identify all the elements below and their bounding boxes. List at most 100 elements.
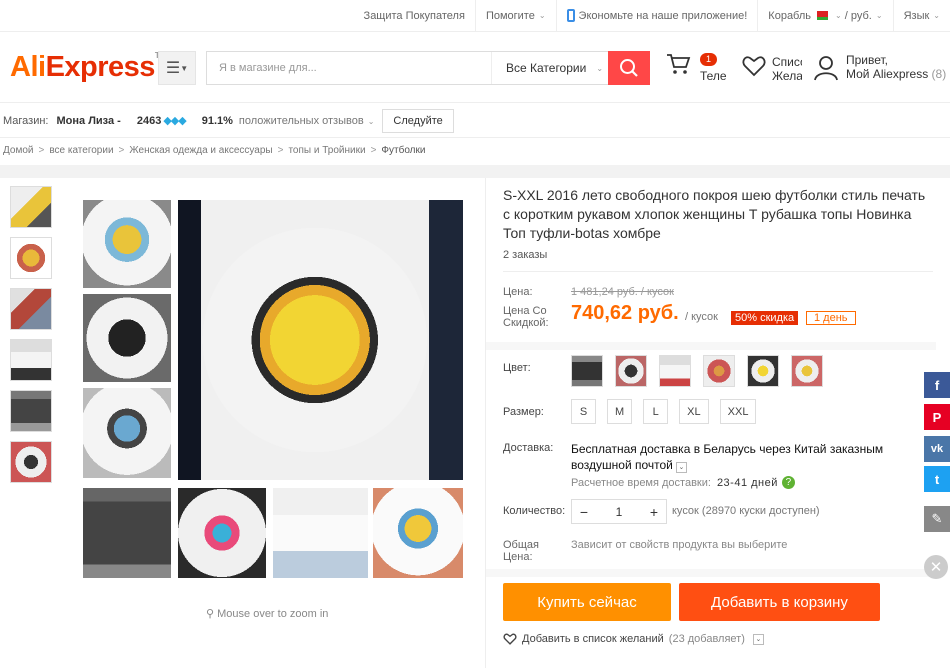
facebook-icon[interactable]: f [924, 372, 950, 398]
add-to-wishlist[interactable]: Добавить в список желаний (23 добавляет)… [503, 633, 764, 645]
breadcrumb-item[interactable]: все категории [49, 145, 113, 156]
help-label: Помогите [485, 9, 535, 22]
breadcrumb-separator: > [38, 145, 45, 156]
search-button[interactable] [608, 51, 650, 85]
buy-now-button[interactable]: Купить сейчас [503, 583, 671, 621]
chevron-down-icon: ⌄ [933, 11, 940, 20]
divider [503, 271, 933, 272]
size-option[interactable]: S [571, 399, 596, 424]
user-icon [814, 56, 838, 81]
cart-link[interactable] [665, 51, 691, 80]
header: AliExpressTM ☰▼ Все Категории ⌄ 1 Теле Сп… [0, 33, 950, 103]
color-options [571, 355, 823, 387]
main-product-image[interactable] [178, 200, 463, 480]
thumbnail[interactable] [10, 441, 52, 483]
chevron-down-icon: ⌄ [367, 116, 375, 126]
chevron-down-icon: ⌄ [835, 11, 842, 20]
pinterest-icon[interactable]: P [924, 404, 950, 430]
store-label: Магазин: [3, 114, 49, 127]
chevron-down-icon: ⌄ [538, 11, 546, 20]
vk-icon[interactable]: vk [924, 436, 950, 462]
color-option[interactable] [615, 355, 647, 387]
thumbnail[interactable] [10, 390, 52, 432]
total-price-label: Общая Цена: [503, 539, 539, 563]
thumbnail-list [10, 186, 54, 492]
color-option[interactable] [747, 355, 779, 387]
category-label: Все Категории [506, 61, 587, 75]
thumbnail[interactable] [10, 288, 52, 330]
price-unit: / кусок [685, 311, 718, 323]
account-count: (8) [931, 67, 947, 81]
delivery-time-label: Расчетное время доставки: [571, 476, 711, 489]
color-option[interactable] [703, 355, 735, 387]
decrease-button[interactable]: − [572, 500, 596, 523]
quantity-label: Количество: [503, 505, 566, 517]
shipping-text: Бесплатная доставка в Беларусь через Кит… [571, 442, 884, 472]
search-input[interactable] [207, 52, 487, 84]
gallery-image[interactable] [178, 488, 266, 578]
add-to-cart-button[interactable]: Добавить в корзину [679, 583, 880, 621]
gallery-image[interactable] [373, 488, 463, 578]
heart-icon [503, 633, 517, 645]
help-icon[interactable]: ? [781, 476, 795, 489]
cart-label[interactable]: Теле [700, 69, 727, 83]
wishlist-label[interactable]: СписоЖелан [772, 55, 802, 83]
chevron-down-icon[interactable]: ⌄ [675, 462, 687, 473]
close-icon[interactable]: ✕ [924, 555, 948, 579]
wishlist-link[interactable] [742, 55, 766, 80]
gallery-image[interactable] [83, 294, 171, 382]
aliexpress-logo[interactable]: AliExpressTM [10, 51, 166, 84]
breadcrumb-item[interactable]: Женская одежда и аксессуары [129, 145, 272, 156]
account-link[interactable] [814, 55, 838, 84]
increase-button[interactable]: + [642, 500, 666, 523]
size-option[interactable]: M [607, 399, 633, 424]
buyer-protection-link[interactable]: Защита Покупателя [354, 0, 475, 32]
thumbnail[interactable] [10, 237, 52, 279]
gallery-image[interactable] [83, 388, 171, 478]
size-label: Размер: [503, 406, 544, 418]
shipping-method[interactable]: Бесплатная доставка в Беларусь через Кит… [571, 441, 911, 473]
greeting: Привет, [846, 53, 889, 67]
size-option[interactable]: XL [679, 399, 709, 424]
gallery-image[interactable] [83, 200, 171, 288]
original-price: 1 481,24 руб. / кусок [571, 286, 674, 298]
follow-button[interactable]: Следуйте [382, 108, 454, 133]
thumbnail[interactable] [10, 186, 52, 228]
account-label[interactable]: Привет, Мой Aliexpress (8) [846, 53, 946, 81]
color-option[interactable] [791, 355, 823, 387]
category-select[interactable]: Все Категории ⌄ [491, 52, 609, 84]
order-count: 2 заказы [503, 249, 548, 261]
store-score: 2463 [136, 114, 162, 127]
search-icon: ⚲ [206, 608, 215, 620]
breadcrumb-item[interactable]: топы и Тройники [288, 145, 365, 156]
ship-to-menu[interactable]: Корабль ⌄ / руб. ⌄ [757, 0, 892, 32]
discount-price-label: Цена Со Скидкой: [503, 305, 549, 329]
ship-to-label: Корабль [768, 9, 812, 22]
store-name[interactable]: Мона Лиза - [57, 115, 121, 127]
gallery-image[interactable] [273, 488, 368, 578]
total-price-label-line: Цена: [503, 551, 533, 563]
help-menu[interactable]: Помогите ⌄ [474, 0, 556, 32]
size-option[interactable]: XXL [719, 399, 757, 424]
language-menu[interactable]: Язык ⌄ [892, 0, 950, 32]
top-bar: Защита Покупателя Помогите ⌄ Экономьте на… [0, 0, 950, 32]
positive-feedback-menu[interactable]: положительных отзывов ⌄ [239, 115, 374, 127]
size-option[interactable]: L [643, 399, 669, 424]
delivery-time-value: 23-41 дней [716, 476, 778, 489]
categories-menu-button[interactable]: ☰ ▼ [158, 51, 196, 85]
twitter-icon[interactable]: t [924, 466, 950, 492]
chevron-down-icon: ⌄ [596, 63, 604, 73]
breadcrumb-item[interactable]: Домой [3, 145, 33, 156]
quantity-input[interactable]: 1 [596, 500, 642, 523]
breadcrumb-current: Футболки [381, 145, 426, 156]
app-link[interactable]: Экономьте на наше приложение! [555, 0, 758, 32]
edit-icon[interactable]: ✎ [924, 506, 950, 532]
product-info: S-XXL 2016 лето свободного покроя шею фу… [485, 178, 936, 668]
chevron-down-icon[interactable]: ⌄ [752, 633, 764, 645]
color-option[interactable] [659, 355, 691, 387]
color-option[interactable] [571, 355, 603, 387]
thumbnail[interactable] [10, 339, 52, 381]
chevron-down-icon: ⌄ [875, 11, 883, 20]
gallery-image[interactable] [83, 488, 171, 578]
language-label: Язык [903, 9, 930, 22]
